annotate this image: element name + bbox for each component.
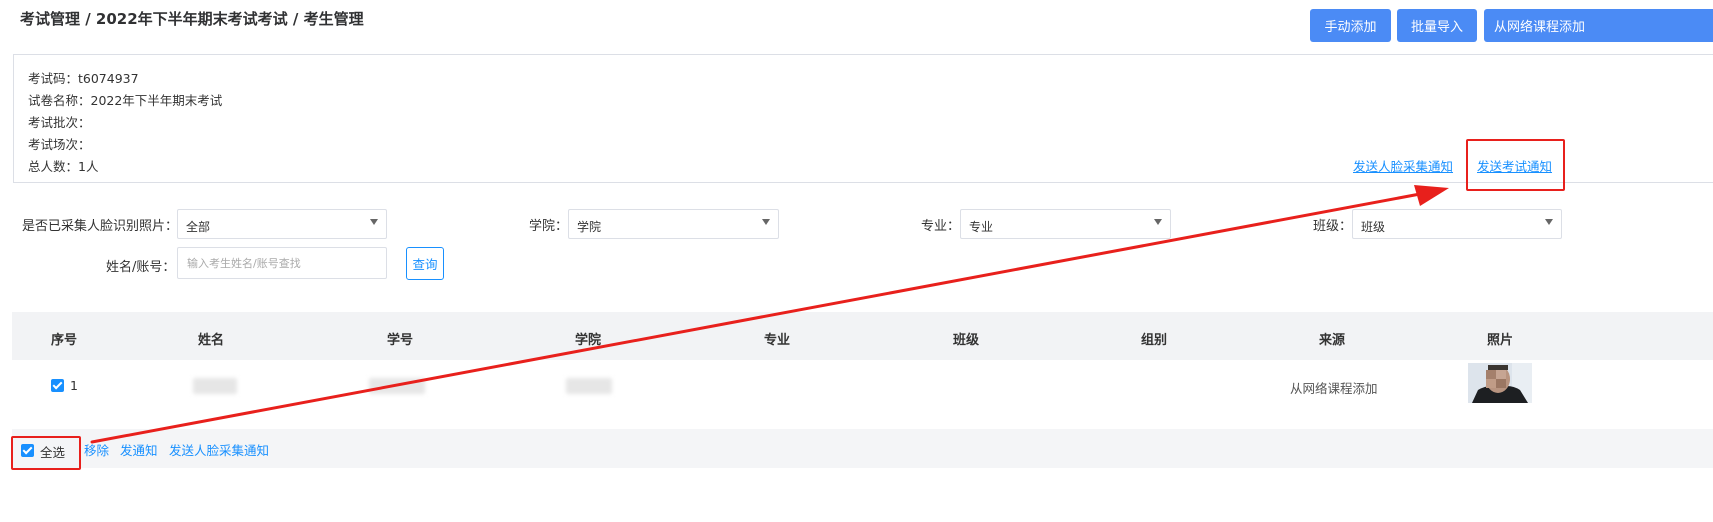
annotation-arrow: [90, 185, 1449, 444]
